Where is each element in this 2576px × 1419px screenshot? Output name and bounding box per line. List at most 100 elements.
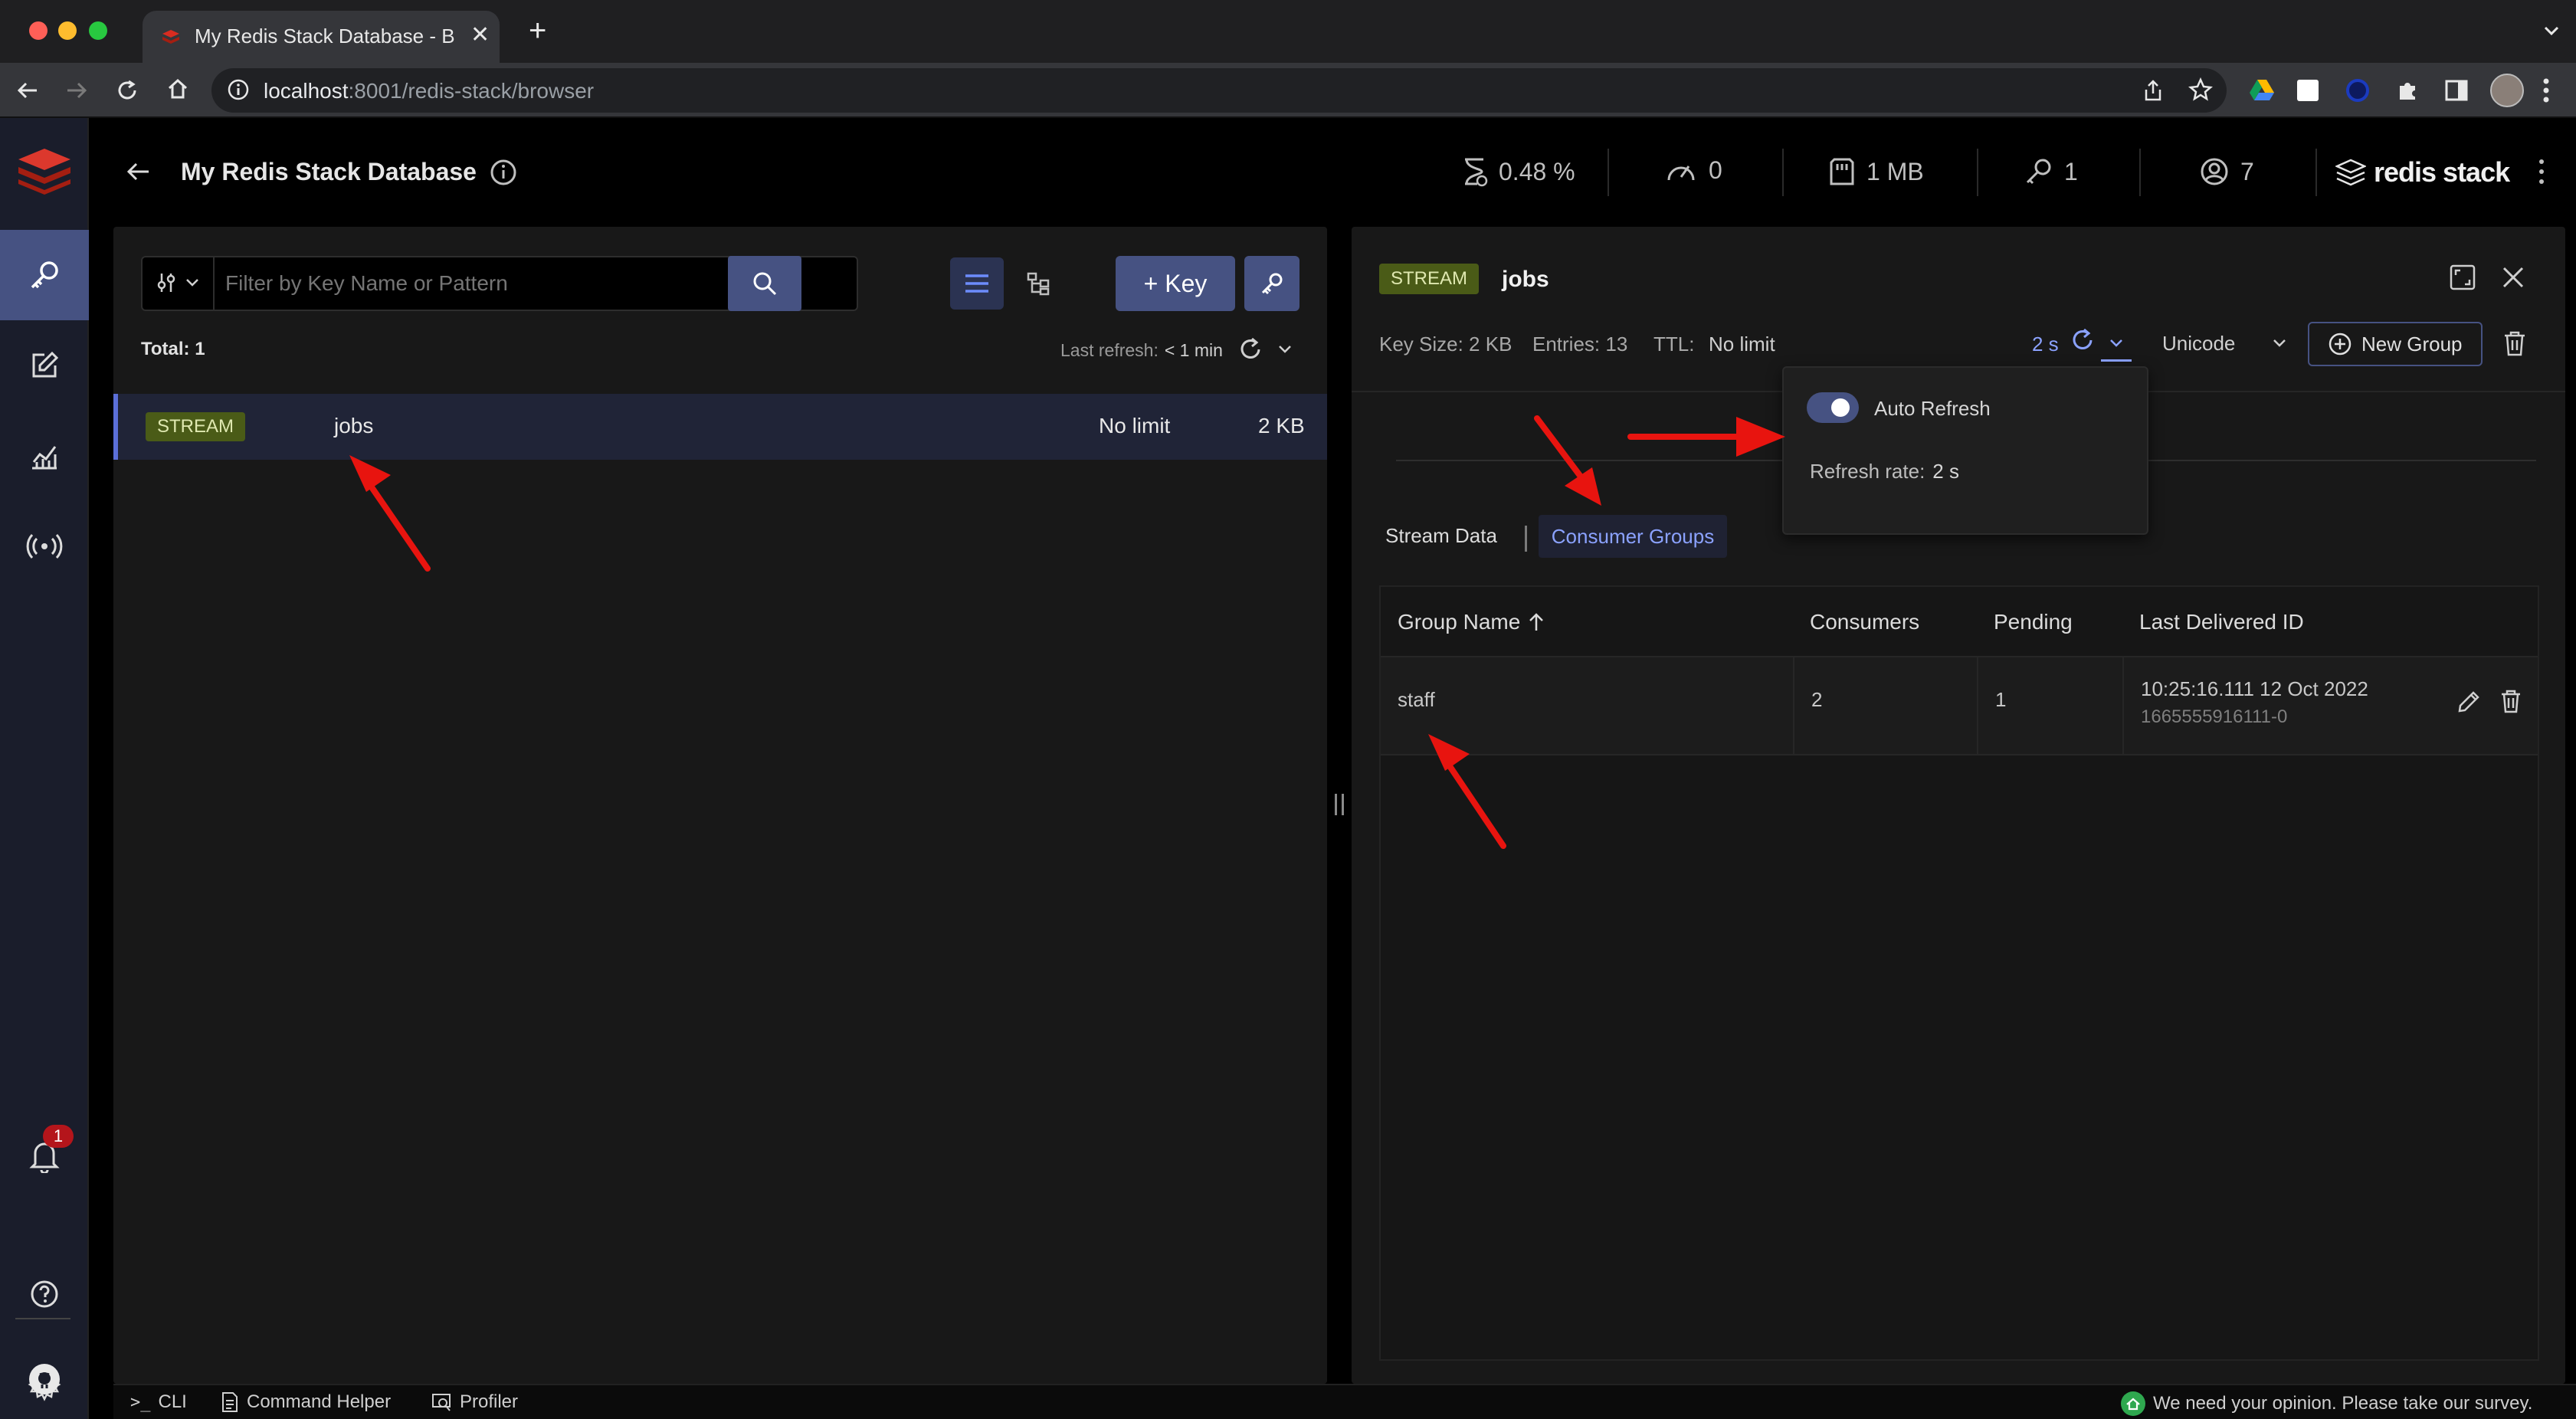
close-details-icon[interactable] xyxy=(2501,265,2525,290)
list-view-icon xyxy=(965,274,988,293)
column-header-pending[interactable]: Pending xyxy=(1994,610,2073,634)
command-helper-button[interactable]: Command Helper xyxy=(221,1391,391,1413)
github-icon[interactable] xyxy=(29,1364,60,1394)
profiler-label: Profiler xyxy=(460,1391,519,1412)
home-icon[interactable] xyxy=(166,77,190,101)
auto-refresh-popover: Auto Refresh Refresh rate: 2 s xyxy=(1782,366,2148,535)
bulk-actions-button[interactable] xyxy=(1244,256,1299,311)
broadcast-icon xyxy=(26,533,63,559)
sidebar-item-workbench[interactable] xyxy=(0,320,89,411)
refresh-options-chevron-icon[interactable] xyxy=(1278,345,1292,354)
brand-text: redis stack xyxy=(2374,156,2510,188)
format-select[interactable]: Unicode xyxy=(2158,326,2291,360)
last-refresh-label: Last refresh: xyxy=(1060,340,1159,360)
address-bar[interactable]: localhost:8001/redis-stack/browser xyxy=(211,68,2227,113)
extension-white-icon[interactable] xyxy=(2297,80,2319,101)
refresh-rate-setting-value[interactable]: 2 s xyxy=(1932,460,1959,483)
column-label: Group Name xyxy=(1398,610,1521,634)
column-header-last-delivered-id[interactable]: Last Delivered ID xyxy=(2139,610,2304,634)
profile-avatar[interactable] xyxy=(2490,74,2524,107)
reload-icon[interactable] xyxy=(115,78,139,103)
profiler-button[interactable]: Profiler xyxy=(431,1391,518,1413)
tab-consumer-groups[interactable]: Consumer Groups xyxy=(1539,515,1727,558)
info-icon[interactable] xyxy=(489,158,518,187)
auto-refresh-toggle-button[interactable] xyxy=(2101,333,2132,362)
edit-group-icon[interactable] xyxy=(2456,690,2481,714)
refresh-details-button[interactable] xyxy=(2069,326,2096,354)
cpu-value: 0.48 % xyxy=(1499,157,1575,185)
key-type-badge: STREAM xyxy=(146,412,245,441)
edit-note-icon xyxy=(32,351,59,378)
tree-view-button[interactable] xyxy=(1011,257,1065,310)
close-tab-icon[interactable]: ✕ xyxy=(470,21,490,48)
chevron-down-icon xyxy=(2110,339,2122,347)
terminal-prompt-icon: >_ xyxy=(130,1392,151,1412)
side-panel-icon[interactable] xyxy=(2444,78,2469,103)
google-drive-icon[interactable] xyxy=(2250,78,2274,101)
sidebar-item-analysis[interactable] xyxy=(0,411,89,501)
bookmark-star-icon[interactable] xyxy=(2188,77,2213,102)
panel-resize-handle[interactable] xyxy=(1335,794,1344,815)
back-arrow-icon[interactable] xyxy=(124,158,152,185)
annotation-arrow-refresh xyxy=(1627,417,1785,457)
header-separator xyxy=(1977,149,1978,196)
sidebar-item-notifications[interactable]: 1 xyxy=(0,1111,89,1201)
key-filter-input[interactable] xyxy=(225,267,716,300)
details-key-name[interactable]: jobs xyxy=(1502,267,1549,293)
document-icon xyxy=(222,1392,238,1412)
close-window-button[interactable] xyxy=(29,21,48,40)
minimize-window-button[interactable] xyxy=(58,21,77,40)
details-ttl-value[interactable]: No limit xyxy=(1709,333,1775,356)
table-row[interactable]: staff 2 1 10:25:16.111 12 Oct 2022 16655… xyxy=(1381,657,2538,754)
auto-refresh-switch[interactable] xyxy=(1807,392,1859,423)
key-details-panel: STREAM jobs Key Size: 2 KB Entries: 13 T… xyxy=(1352,227,2565,1384)
refresh-rate-setting[interactable]: Refresh rate: 2 s xyxy=(1810,460,1959,483)
share-icon[interactable] xyxy=(2142,79,2164,102)
refresh-keys-button[interactable] xyxy=(1237,336,1264,363)
redis-logo-icon[interactable] xyxy=(15,144,74,195)
add-key-button[interactable]: + Key xyxy=(1116,256,1235,311)
browser-menu-icon[interactable] xyxy=(2542,77,2550,104)
table-row[interactable]: STREAM jobs No limit 2 KB xyxy=(113,394,1327,460)
database-title: My Redis Stack Database xyxy=(181,158,477,185)
back-icon[interactable] xyxy=(15,78,40,103)
site-info-icon[interactable] xyxy=(227,78,250,101)
delete-group-icon[interactable] xyxy=(2499,688,2522,714)
chevron-down-icon xyxy=(2273,339,2286,347)
column-header-consumers[interactable]: Consumers xyxy=(1810,610,1919,634)
new-tab-button[interactable]: + xyxy=(529,14,546,48)
key-type-filter-button[interactable] xyxy=(155,271,199,294)
redis-stack-logo-icon xyxy=(2335,159,2366,186)
column-header-group-name[interactable]: Group Name xyxy=(1398,610,1545,634)
sidebar-item-browser[interactable] xyxy=(0,230,89,320)
zoom-window-button[interactable] xyxy=(89,21,107,40)
kebab-menu-icon[interactable] xyxy=(2538,158,2545,185)
speedometer-icon xyxy=(1667,165,1695,180)
url-text: localhost:8001/redis-stack/browser xyxy=(264,79,594,103)
browser-tab[interactable]: My Redis Stack Database - Bro ✕ xyxy=(143,11,500,63)
chart-icon xyxy=(32,446,57,470)
forward-icon[interactable] xyxy=(64,78,89,103)
survey-text: We need your opinion. Please take our su… xyxy=(2153,1393,2533,1414)
details-ttl-label: TTL: xyxy=(1653,333,1695,356)
extensions-puzzle-icon[interactable] xyxy=(2395,78,2420,103)
sidebar-item-help[interactable] xyxy=(0,1249,89,1339)
plus-circle-icon xyxy=(2329,333,2352,356)
user-circle-icon xyxy=(2201,158,2228,185)
sidebar-item-pubsub[interactable] xyxy=(0,501,89,592)
tab-stream-data[interactable]: Stream Data xyxy=(1385,524,1497,548)
fullscreen-icon[interactable] xyxy=(2449,264,2476,291)
annotation-arrow-group xyxy=(1428,734,1506,849)
redis-favicon-icon xyxy=(161,28,181,46)
delete-key-icon[interactable] xyxy=(2502,329,2527,357)
new-group-label: New Group xyxy=(2361,332,2463,356)
extension-circle-icon[interactable] xyxy=(2346,79,2369,102)
cli-button[interactable]: >_ CLI xyxy=(130,1391,187,1413)
keys-stat: 1 xyxy=(2023,156,2078,187)
list-view-button[interactable] xyxy=(950,257,1004,310)
tab-search-chevron-icon[interactable] xyxy=(2542,21,2561,40)
survey-link[interactable]: We need your opinion. Please take our su… xyxy=(2121,1391,2532,1416)
new-group-button[interactable]: New Group xyxy=(2308,322,2483,366)
bulk-actions-icon xyxy=(1261,273,1283,295)
search-button[interactable] xyxy=(728,256,801,311)
